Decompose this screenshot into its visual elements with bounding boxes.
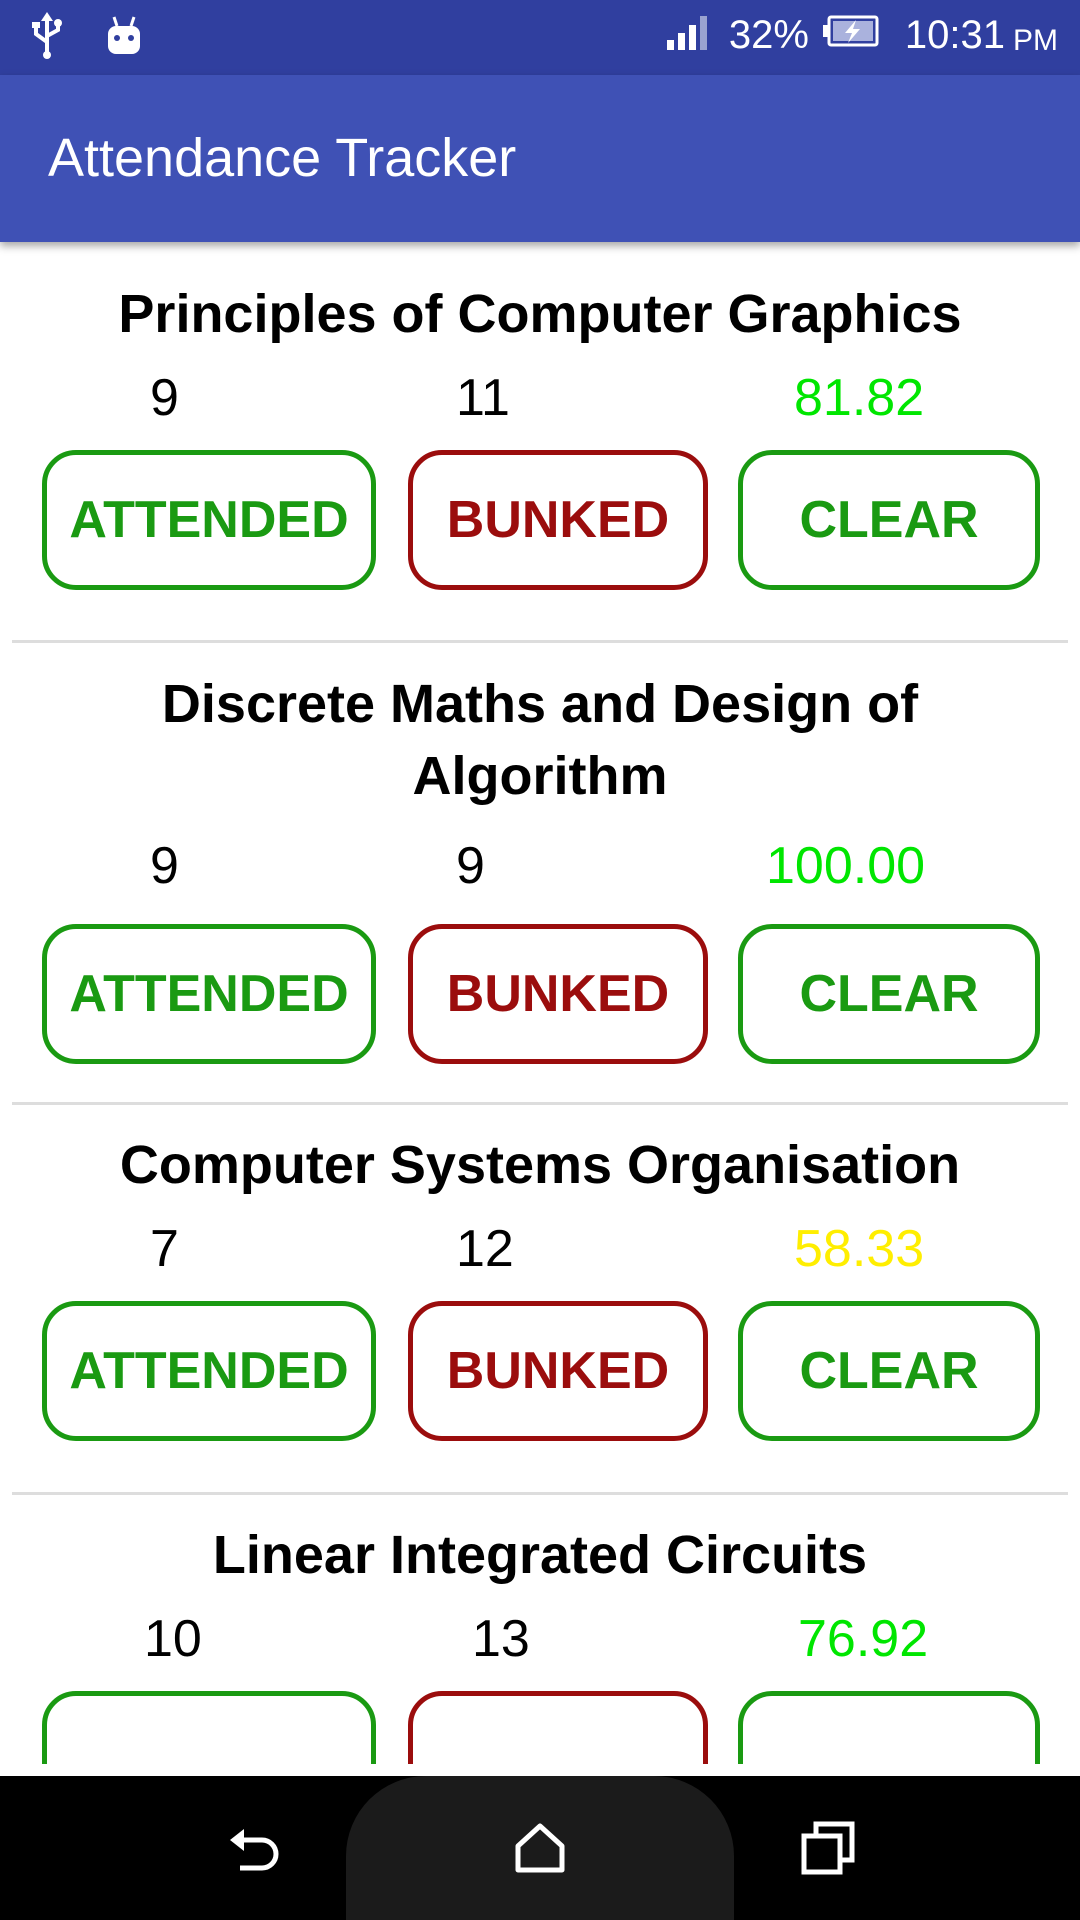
total-count: 9 [456,837,485,895]
clear-button[interactable] [738,1691,1040,1764]
android-debug-icon [104,14,144,63]
button-row: ATTENDED BUNKED CLEAR [12,1301,1068,1447]
subject-name: Linear Integrated Circuits [212,1525,868,1585]
clear-button[interactable]: CLEAR [738,450,1040,590]
total-count: 12 [456,1220,514,1278]
attendance-percent: 100.00 [766,837,926,895]
status-bar: 32% 10:31 PM [0,0,1080,75]
clear-button[interactable]: CLEAR [738,924,1040,1064]
bunked-button[interactable]: BUNKED [408,1301,708,1441]
subject-list[interactable]: Principles of Computer Graphics 9 11 81.… [12,242,1068,1764]
attended-button[interactable]: ATTENDED [42,450,376,590]
attendance-percent: 58.33 [794,1220,925,1278]
subject-card: Linear Integrated Circuits 10 13 76.92 [12,1495,1068,1764]
attendance-percent: 76.92 [798,1610,929,1668]
home-icon[interactable] [512,1820,568,1881]
clock-ampm: PM [1013,24,1058,57]
battery-charging-icon [822,13,881,58]
subject-card: Computer Systems Organisation 7 12 58.33… [12,1105,1068,1495]
subject-stats: 7 12 58.33 [12,1201,1068,1301]
back-icon[interactable] [226,1820,282,1881]
subject-card: Principles of Computer Graphics 9 11 81.… [12,242,1068,643]
attendance-percent: 81.82 [794,369,925,427]
subject-name: Principles of Computer Graphics [118,284,962,344]
battery-percent: 32% [728,12,809,57]
bunked-button[interactable]: BUNKED [408,924,708,1064]
button-row: ATTENDED BUNKED CLEAR [12,924,1068,1070]
total-count: 11 [456,369,510,427]
subject-stats: 9 9 100.00 [12,818,1068,924]
clear-button[interactable]: CLEAR [738,1301,1040,1441]
subject-stats: 10 13 76.92 [12,1591,1068,1691]
subject-card: Discrete Maths and Design of Algorithm 9… [12,643,1068,1105]
attended-count: 9 [150,369,179,427]
bunked-button[interactable] [408,1691,708,1764]
navigation-bar [0,1776,1080,1920]
signal-icon [665,10,715,60]
attended-button[interactable] [42,1691,376,1764]
status-right: 32% 10:31 PM [665,10,1058,60]
subject-name: Discrete Maths and Design of Algorithm [161,674,919,806]
attended-count: 7 [150,1220,179,1278]
bunked-button[interactable]: BUNKED [408,450,708,590]
button-row [12,1691,1068,1764]
attended-button[interactable]: ATTENDED [42,924,376,1064]
app-title: Attendance Tracker [48,128,517,188]
attended-count: 9 [150,837,179,895]
recents-icon[interactable] [800,1820,856,1881]
attended-button[interactable]: ATTENDED [42,1301,376,1441]
subject-stats: 9 11 81.82 [12,350,1068,450]
clock: 10:31 [904,12,1005,57]
subject-name: Computer Systems Organisation [119,1135,961,1195]
app-bar: Attendance Tracker [0,75,1080,242]
total-count: 13 [472,1610,530,1668]
usb-icon [30,12,64,65]
button-row: ATTENDED BUNKED CLEAR [12,450,1068,596]
attended-count: 10 [144,1610,202,1668]
notification-icons [30,12,144,65]
